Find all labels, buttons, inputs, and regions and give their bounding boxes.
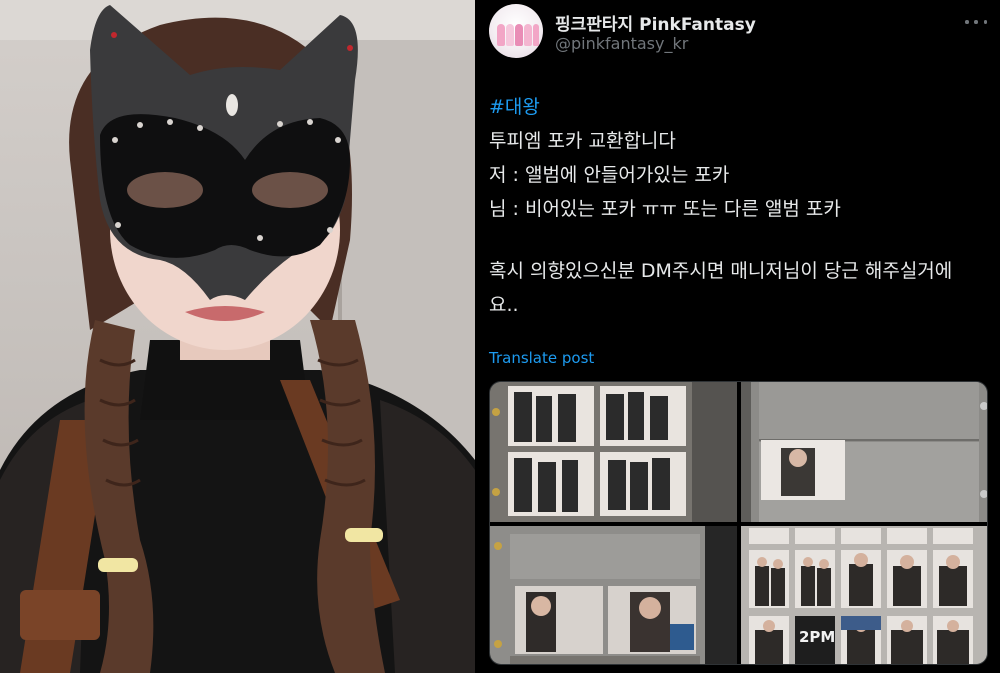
post-line: 요.. [489,294,519,316]
translate-post-link[interactable]: Translate post [489,349,594,367]
media-image[interactable] [490,526,737,664]
photo-card-label: 2PM [799,628,836,646]
media-grid: 2PM [489,381,988,665]
more-options-icon[interactable] [963,14,989,30]
screen: 핑크판타지 PinkFantasy @pinkfantasy_kr #대왕 투피… [0,0,1000,673]
post-text: #대왕 투피엠 포카 교환합니다 저 : 앨범에 안들어가있는 포카 님 : 비… [489,90,989,322]
media-image[interactable]: 2PM [741,526,987,664]
media-image[interactable] [741,382,987,522]
user-handle[interactable]: @pinkfantasy_kr [555,34,688,53]
post-line: 님 : 비어있는 포카 ㅠㅠ 또는 다른 앨범 포카 [489,198,841,220]
post-card: 핑크판타지 PinkFantasy @pinkfantasy_kr #대왕 투피… [475,0,1000,673]
avatar[interactable] [489,4,543,58]
post-line: 투피엠 포카 교환합니다 [489,130,676,152]
post-header: 핑크판타지 PinkFantasy @pinkfantasy_kr [489,4,989,62]
display-name[interactable]: 핑크판타지 PinkFantasy [555,10,756,35]
post-line: 혹시 의향있으신분 DM주시면 매니저님이 당근 해주실거에 [489,260,953,282]
media-image[interactable] [490,382,737,522]
hashtag-link[interactable]: #대왕 [489,96,540,118]
post-line: 저 : 앨범에 안들어가있는 포카 [489,164,730,186]
selfie-photo [0,0,475,673]
